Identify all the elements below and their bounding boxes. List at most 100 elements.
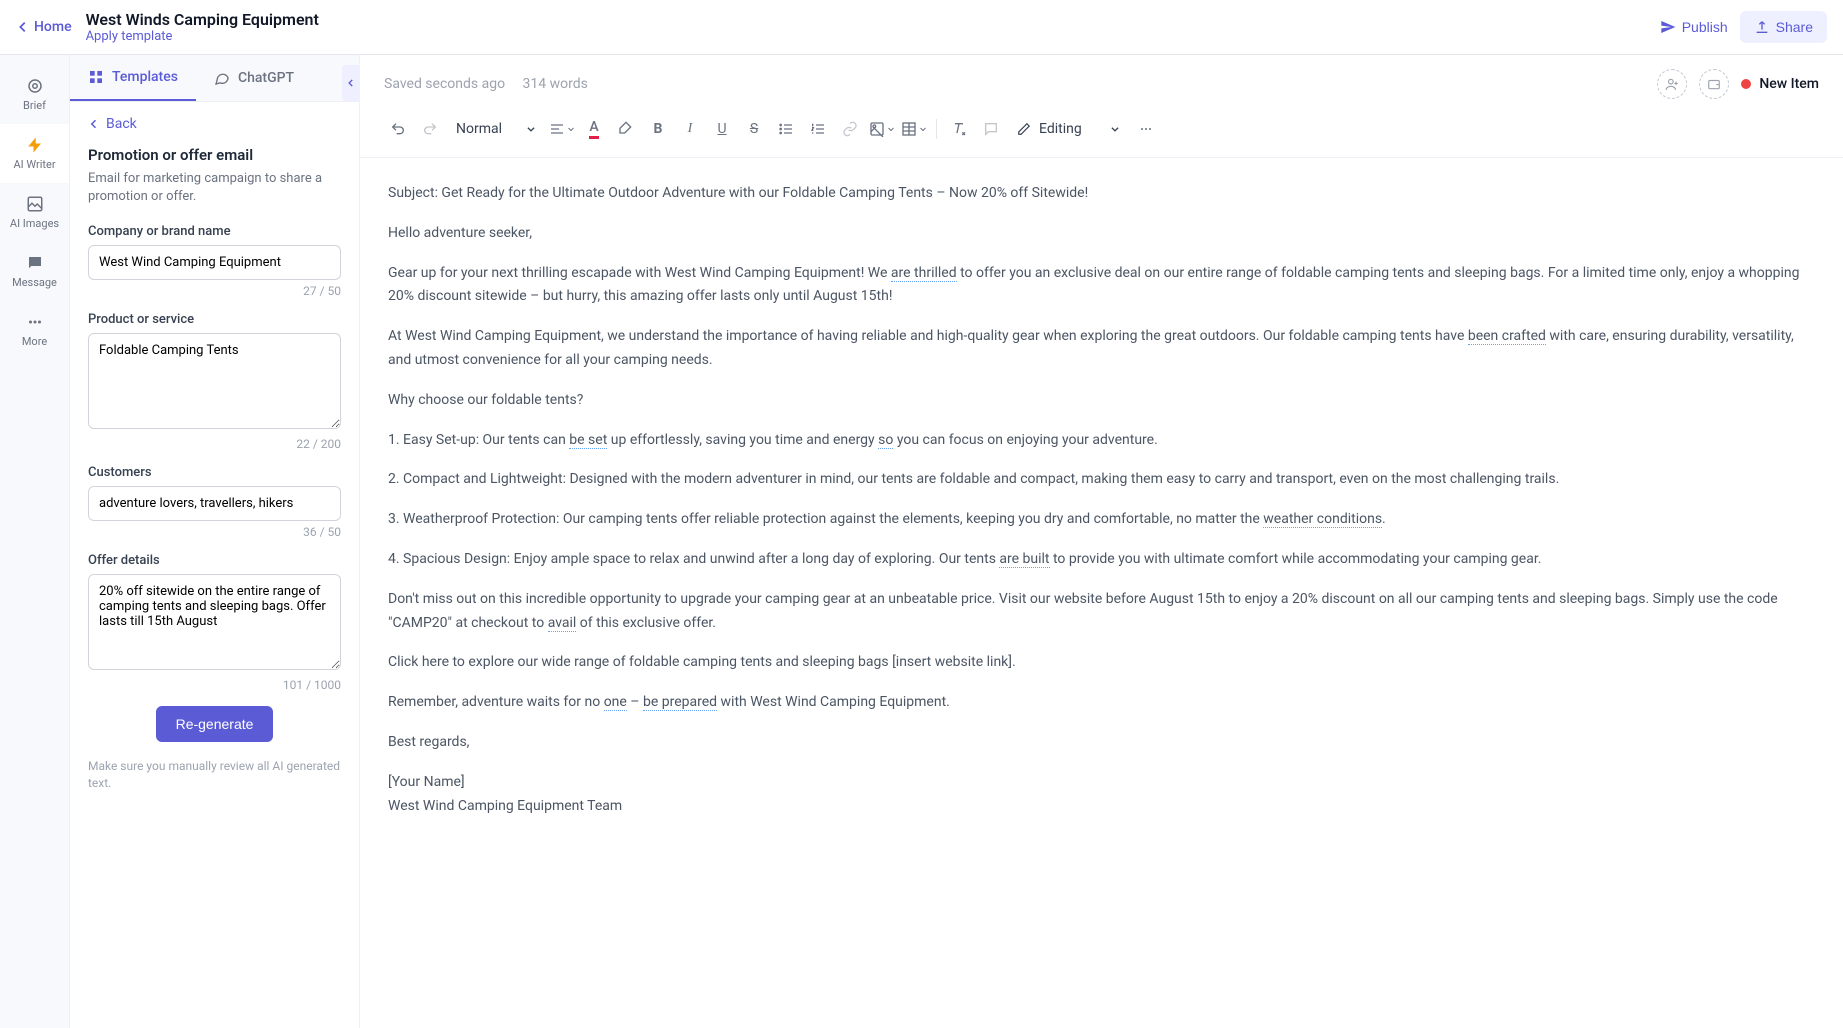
doc-line: Gear up for your next thrilling escapade… <box>388 262 1815 310</box>
chevron-down-icon <box>526 124 536 134</box>
sidebar: Templates ChatGPT Back Promotion or offe… <box>70 55 360 1028</box>
redo-button[interactable] <box>416 115 444 143</box>
company-label: Company or brand name <box>88 224 341 239</box>
rail-brief[interactable]: Brief <box>0 65 69 124</box>
rail-message[interactable]: Message <box>0 242 69 301</box>
strike-button[interactable]: S <box>740 115 768 143</box>
mode-select[interactable]: Editing <box>1009 117 1128 141</box>
back-link[interactable]: Back <box>88 116 341 132</box>
send-icon <box>1660 19 1676 35</box>
attachment-button[interactable] <box>1699 69 1729 99</box>
product-counter: 22 / 200 <box>88 437 341 451</box>
tab-label: ChatGPT <box>238 70 294 86</box>
number-list-button[interactable] <box>804 115 832 143</box>
highlight-button[interactable] <box>612 115 640 143</box>
bullet-list-button[interactable] <box>772 115 800 143</box>
tab-templates[interactable]: Templates <box>70 55 196 101</box>
offer-input[interactable] <box>88 574 341 670</box>
share-button[interactable]: Share <box>1740 11 1827 43</box>
doc-line: West Wind Camping Equipment Team <box>388 795 1815 819</box>
italic-button[interactable]: I <box>676 115 704 143</box>
status-dot-icon <box>1741 79 1751 89</box>
undo-icon <box>390 121 406 137</box>
undo-button[interactable] <box>384 115 412 143</box>
grid-icon <box>88 69 104 85</box>
chevron-down-icon <box>1110 124 1120 134</box>
strike-icon: S <box>750 121 758 137</box>
bold-button[interactable]: B <box>644 115 672 143</box>
align-button[interactable] <box>548 115 576 143</box>
status-new-item[interactable]: New Item <box>1741 76 1819 92</box>
customers-label: Customers <box>88 465 341 480</box>
image-button[interactable] <box>868 115 896 143</box>
doc-line: Best regards, <box>388 731 1815 755</box>
doc-line: [Your Name] <box>388 771 1815 795</box>
word-count: 314 words <box>523 76 588 92</box>
tab-chatgpt[interactable]: ChatGPT <box>196 55 312 101</box>
home-link[interactable]: Home <box>16 19 72 35</box>
block-format-select[interactable]: Normal <box>448 117 544 141</box>
rail-ai-writer[interactable]: AI Writer <box>0 124 69 183</box>
mode-label: Editing <box>1039 121 1082 137</box>
saved-status: Saved seconds ago <box>384 76 505 92</box>
editor-body[interactable]: Subject: Get Ready for the Ultimate Outd… <box>360 158 1843 1028</box>
tab-label: Templates <box>112 69 178 85</box>
bolt-icon <box>26 136 44 154</box>
image-icon <box>26 195 44 213</box>
offer-counter: 101 / 1000 <box>88 678 341 692</box>
italic-icon: I <box>688 121 693 137</box>
page-title: West Winds Camping Equipment <box>86 10 319 29</box>
text-color-button[interactable]: A <box>580 115 608 143</box>
doc-line: Why choose our foldable tents? <box>388 389 1815 413</box>
highlighter-icon <box>618 121 634 137</box>
clear-format-button[interactable] <box>945 115 973 143</box>
clear-format-icon <box>951 121 967 137</box>
doc-line: Remember, adventure waits for no one – b… <box>388 691 1815 715</box>
rail-ai-images[interactable]: AI Images <box>0 183 69 242</box>
doc-line: 4. Spacious Design: Enjoy ample space to… <box>388 548 1815 572</box>
comment-icon <box>983 121 999 137</box>
wallet-icon <box>1707 77 1721 91</box>
table-button[interactable] <box>900 115 928 143</box>
user-plus-icon <box>1665 77 1679 91</box>
add-collaborator-button[interactable] <box>1657 69 1687 99</box>
link-button[interactable] <box>836 115 864 143</box>
rail-label: Message <box>12 276 57 289</box>
chevron-down-icon <box>887 125 895 133</box>
publish-button[interactable]: Publish <box>1660 19 1728 35</box>
share-label: Share <box>1776 19 1813 35</box>
company-counter: 27 / 50 <box>88 284 341 298</box>
offer-label: Offer details <box>88 553 341 568</box>
comment-button[interactable] <box>977 115 1005 143</box>
chevron-down-icon <box>919 125 927 133</box>
align-left-icon <box>549 121 565 137</box>
editor: Saved seconds ago 314 words New Item <box>360 55 1843 1028</box>
collapse-sidebar-button[interactable] <box>342 65 360 101</box>
company-input[interactable] <box>88 245 341 280</box>
text-color-icon: A <box>589 119 598 139</box>
chevron-left-icon <box>346 78 356 88</box>
rail-label: AI Images <box>10 217 59 230</box>
more-toolbar-button[interactable] <box>1132 115 1160 143</box>
status-label: New Item <box>1759 76 1819 92</box>
rail-label: More <box>22 335 47 348</box>
doc-line: Click here to explore our wide range of … <box>388 651 1815 675</box>
customers-input[interactable] <box>88 486 341 521</box>
chevron-left-icon <box>88 118 100 130</box>
back-label: Back <box>106 116 137 132</box>
rail-label: AI Writer <box>13 158 55 171</box>
publish-label: Publish <box>1682 19 1728 35</box>
customers-counter: 36 / 50 <box>88 525 341 539</box>
block-format-label: Normal <box>456 121 502 137</box>
regenerate-button[interactable]: Re-generate <box>156 706 274 742</box>
rail-label: Brief <box>23 99 46 112</box>
rail-more[interactable]: More <box>0 301 69 360</box>
link-icon <box>842 121 858 137</box>
product-input[interactable] <box>88 333 341 429</box>
apply-template-link[interactable]: Apply template <box>86 29 319 44</box>
doc-line: Subject: Get Ready for the Ultimate Outd… <box>388 182 1815 206</box>
chat-bubble-icon <box>214 70 230 86</box>
underline-button[interactable]: U <box>708 115 736 143</box>
chevron-down-icon <box>567 125 575 133</box>
target-icon <box>26 77 44 95</box>
